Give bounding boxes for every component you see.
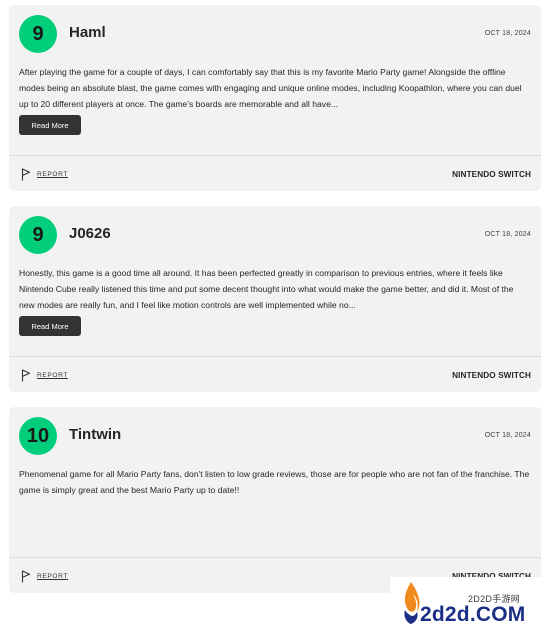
review-card: 9 Haml OCT 18, 2024 After playing the ga… [9, 5, 541, 191]
review-text: Honestly, this game is a good time all a… [19, 268, 514, 310]
review-date: OCT 18, 2024 [484, 432, 531, 439]
reviewer-username[interactable]: J0626 [69, 225, 111, 242]
platform-label: NINTENDO SWITCH [452, 170, 531, 179]
report-link[interactable]: REPORT [21, 570, 68, 583]
review-footer: REPORT NINTENDO SWITCH [9, 356, 541, 392]
reviewer-username[interactable]: Tintwin [69, 426, 121, 443]
watermark: 2D2D手游网 2d2d.COM [390, 577, 550, 635]
review-footer: REPORT NINTENDO SWITCH [9, 155, 541, 191]
score-badge: 9 [19, 15, 57, 53]
score-badge: 10 [19, 417, 57, 455]
review-date: OCT 18, 2024 [484, 30, 531, 37]
watermark-main-text: 2d2d.COM [420, 603, 526, 626]
review-text: Phenomenal game for all Mario Party fans… [19, 469, 530, 495]
read-more-button[interactable]: Read More [19, 316, 81, 336]
review-card: 10 Tintwin OCT 18, 2024 Phenomenal game … [9, 407, 541, 593]
review-text: After playing the game for a couple of d… [19, 67, 522, 109]
flag-icon [21, 168, 31, 181]
report-label: REPORT [37, 171, 68, 178]
report-label: REPORT [37, 573, 68, 580]
report-link[interactable]: REPORT [21, 369, 68, 382]
platform-label: NINTENDO SWITCH [452, 371, 531, 380]
reviewer-username[interactable]: Haml [69, 24, 106, 41]
flag-icon [21, 570, 31, 583]
review-card: 9 J0626 OCT 18, 2024 Honestly, this game… [9, 206, 541, 392]
report-link[interactable]: REPORT [21, 168, 68, 181]
review-date: OCT 18, 2024 [484, 231, 531, 238]
flag-icon [21, 369, 31, 382]
read-more-button[interactable]: Read More [19, 115, 81, 135]
score-badge: 9 [19, 216, 57, 254]
report-label: REPORT [37, 372, 68, 379]
